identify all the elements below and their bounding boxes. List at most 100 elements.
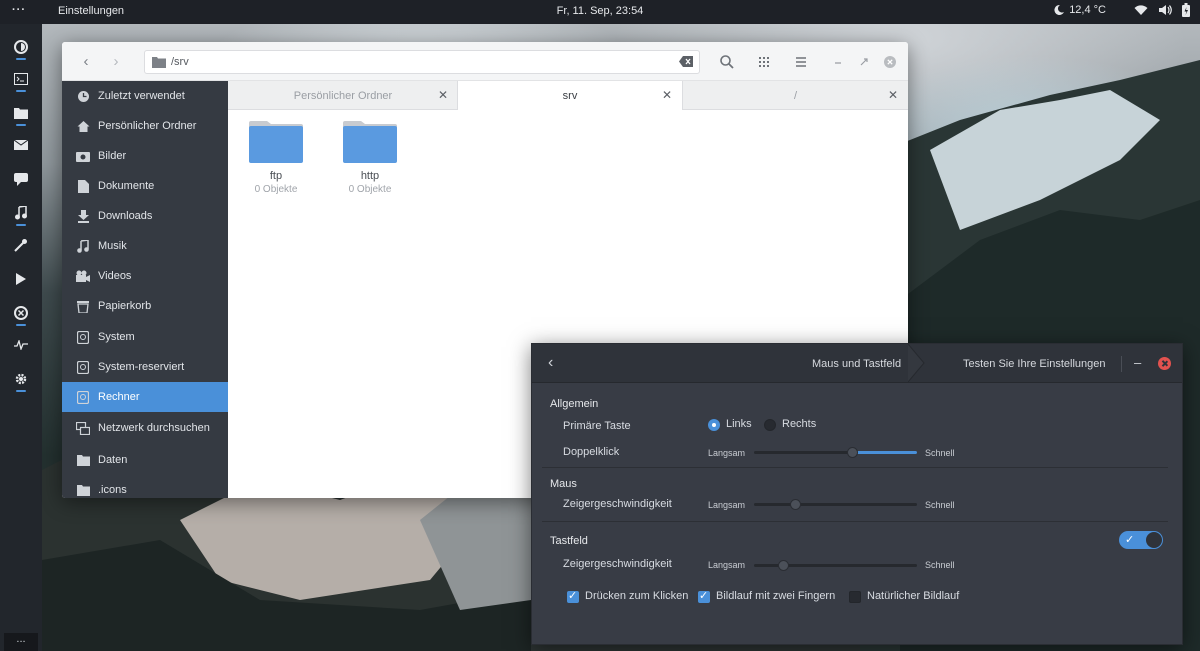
drive-icon <box>62 330 98 344</box>
radio-left[interactable] <box>708 419 720 431</box>
sidebar-item-rechner[interactable]: Rechner <box>62 382 228 412</box>
dock-firefox[interactable] <box>0 32 42 62</box>
dock-music[interactable] <box>0 198 42 228</box>
close-tab-icon[interactable]: ✕ <box>438 88 448 102</box>
dock-tweaks[interactable] <box>0 230 42 260</box>
firefox-icon <box>14 40 28 54</box>
volume-icon[interactable] <box>1158 4 1172 16</box>
sidebar-item-icons[interactable]: .icons <box>62 475 228 498</box>
dock-settings[interactable] <box>0 364 42 394</box>
dock-chat[interactable] <box>0 164 42 194</box>
sidebar-item-dokumente[interactable]: Dokumente <box>62 171 228 201</box>
grid-view-icon[interactable] <box>755 53 773 71</box>
slider-handle[interactable] <box>778 560 790 571</box>
show-desktop-button[interactable]: ... <box>4 633 38 651</box>
sidebar-item-system[interactable]: System <box>62 322 228 352</box>
section-touchpad: Tastfeld <box>550 535 588 547</box>
sidebar-item-zuletzt-verwendet[interactable]: Zuletzt verwendet <box>62 81 228 111</box>
clear-input-icon[interactable] <box>679 56 693 67</box>
sidebar-item-system-reserviert[interactable]: System-reserviert <box>62 352 228 382</box>
dock-monitor[interactable] <box>0 330 42 360</box>
wifi-icon[interactable] <box>1134 4 1148 16</box>
two-finger-scroll-checkbox[interactable] <box>698 589 710 603</box>
sidebar-item-label: Papierkorb <box>98 300 152 312</box>
search-icon[interactable] <box>718 53 736 71</box>
settings-icon <box>15 373 27 385</box>
sidebar-item-bilder[interactable]: Bilder <box>62 141 228 171</box>
slow-label: Langsam <box>708 560 746 570</box>
section-mouse: Maus <box>550 478 577 490</box>
slider-handle[interactable] <box>789 499 801 510</box>
sidebar-item-daten[interactable]: Daten <box>62 445 228 475</box>
sidebar-item-downloads[interactable]: Downloads <box>62 201 228 231</box>
sidebar-item-label: System <box>98 331 135 343</box>
tap-to-click-checkbox[interactable] <box>567 589 579 603</box>
sidebar-item-persönlicher-ordner[interactable]: Persönlicher Ordner <box>62 111 228 141</box>
divider <box>542 521 1168 522</box>
slow-label: Langsam <box>708 448 746 458</box>
dock-mail[interactable] <box>0 130 42 160</box>
sidebar-item-musik[interactable]: Musik <box>62 231 228 261</box>
double-click-slider[interactable] <box>754 447 917 458</box>
tab-srv[interactable]: srv ✕ <box>457 81 683 111</box>
dock-terminal[interactable] <box>0 64 42 94</box>
sidebar-item-label: Persönlicher Ordner <box>98 120 197 132</box>
mouse-speed-slider[interactable] <box>754 499 917 510</box>
music-note-icon <box>62 239 98 253</box>
header-separator <box>908 344 925 382</box>
touchpad-toggle[interactable]: ✓ <box>1119 531 1163 549</box>
location-bar[interactable]: /srv <box>144 50 700 74</box>
battery-icon[interactable] <box>1182 3 1190 17</box>
tab-root[interactable]: / ✕ <box>683 81 908 110</box>
moon-icon[interactable]: 12,4 °C <box>1053 4 1106 16</box>
sidebar-item-netzwerk-durchsuchen[interactable]: Netzwerk durchsuchen <box>62 413 228 443</box>
close-tab-icon[interactable]: ✕ <box>888 88 898 102</box>
radio-right[interactable] <box>764 419 776 431</box>
sidebar-item-label: Downloads <box>98 210 153 222</box>
maximize-icon[interactable] <box>855 53 873 71</box>
touchpad-speed-label: Zeigergeschwindigkeit <box>563 558 672 570</box>
tab-home[interactable]: Persönlicher Ordner ✕ <box>228 81 458 110</box>
mail-icon <box>14 140 28 150</box>
sidebar-item-papierkorb[interactable]: Papierkorb <box>62 291 228 321</box>
fast-label: Schnell <box>925 560 955 570</box>
trash-icon <box>62 300 98 313</box>
test-settings-button[interactable]: Testen Sie Ihre Einstellungen <box>963 358 1105 370</box>
double-click-label: Doppelklick <box>563 446 620 458</box>
radio-right-label: Rechts <box>782 418 817 430</box>
tab-label: / <box>793 90 798 102</box>
files-icon <box>14 108 28 119</box>
file-manager-headerbar: ‹ › /srv <box>62 42 908 81</box>
file-item-http[interactable]: http 0 Objekte <box>330 120 410 195</box>
dock: ... <box>0 24 42 651</box>
sidebar-item-videos[interactable]: Videos <box>62 261 228 291</box>
sidebar-item-label: .icons <box>98 484 127 496</box>
mouse-touchpad-settings-window: ‹ Maus und Tastfeld Testen Sie Ihre Eins… <box>531 343 1183 645</box>
back-icon[interactable]: ‹ <box>548 354 553 372</box>
minimize-icon[interactable] <box>829 53 847 71</box>
close-tab-icon[interactable]: ✕ <box>662 88 672 102</box>
primary-button-label: Primäre Taste <box>563 420 631 432</box>
sidebar-item-label: Daten <box>98 454 128 466</box>
slow-label: Langsam <box>708 500 746 510</box>
sidebar-item-label: Musik <box>98 240 127 252</box>
terminal-icon <box>14 73 28 85</box>
slider-handle[interactable] <box>846 447 858 458</box>
dock-help[interactable] <box>0 298 42 328</box>
clock[interactable]: Fr, 11. Sep, 23:54 <box>0 5 1200 17</box>
back-icon[interactable]: ‹ <box>76 52 96 72</box>
file-item-ftp[interactable]: ftp 0 Objekte <box>236 120 316 195</box>
menu-icon[interactable] <box>792 53 810 71</box>
folder-icon <box>62 454 98 466</box>
touchpad-speed-slider[interactable] <box>754 560 917 571</box>
minimize-icon[interactable]: – <box>1134 355 1141 370</box>
sidebar-item-label: Dokumente <box>98 180 155 192</box>
natural-scroll-checkbox[interactable] <box>849 591 861 603</box>
dock-video[interactable] <box>0 264 42 294</box>
close-icon[interactable] <box>1158 357 1171 370</box>
close-icon[interactable] <box>881 53 899 71</box>
tab-bar: Persönlicher Ordner ✕ srv ✕ / ✕ <box>228 81 908 111</box>
forward-icon[interactable]: › <box>106 52 126 72</box>
dock-files[interactable] <box>0 98 42 128</box>
tab-label: srv <box>562 90 578 102</box>
